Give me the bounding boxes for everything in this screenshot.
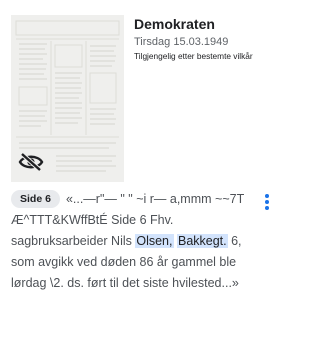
access-restriction-label: Tilgjengelig etter bestemte vilkår [134, 51, 253, 61]
search-result-card: Demokraten Tirsdag 15.03.1949 Tilgjengel… [0, 0, 292, 344]
newspaper-title[interactable]: Demokraten [134, 16, 290, 33]
more-vertical-icon[interactable] [258, 192, 276, 212]
newspaper-thumbnail[interactable] [11, 15, 124, 182]
snippet-highlight: Olsen, [135, 234, 174, 248]
result-snippet: Side 6 «...—r"— " " ~i r— a,mmm ~~7T Æ^TT… [11, 189, 251, 294]
page-number-chip: Side 6 [11, 190, 60, 208]
result-metadata: Demokraten Tirsdag 15.03.1949 Tilgjengel… [134, 16, 290, 62]
snippet-highlight: Bakkegt. [176, 234, 228, 248]
eye-slash-icon [18, 151, 44, 173]
publication-date: Tirsdag 15.03.1949 [134, 36, 229, 48]
